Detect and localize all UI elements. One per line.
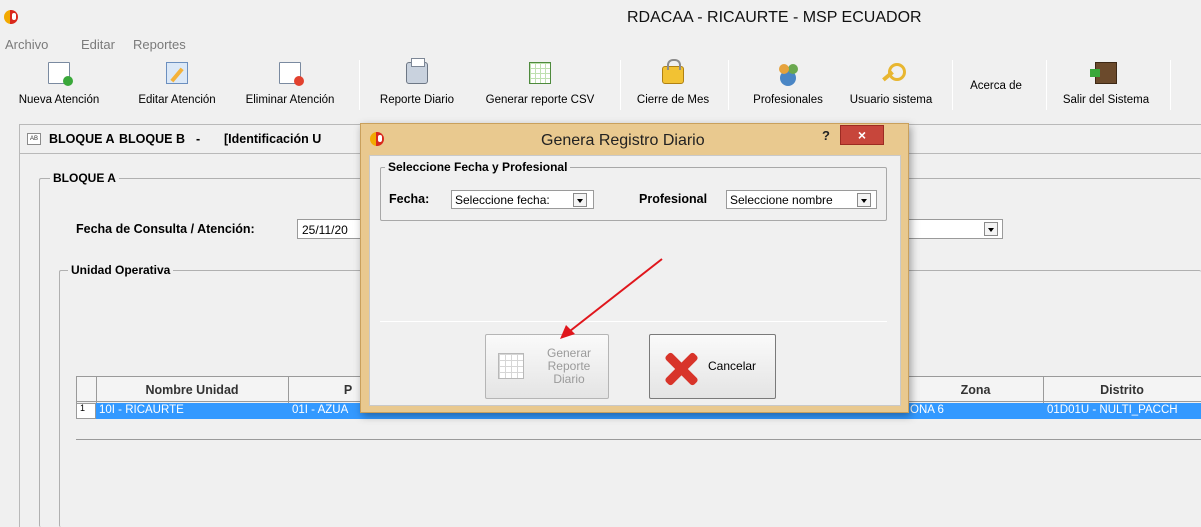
lock-icon [662,59,684,84]
editar-atencion-button[interactable]: Editar Atención [124,58,230,112]
cancelar-label: Cancelar [708,359,757,373]
col-distrito[interactable]: Distrito [1043,383,1201,397]
window-title: RDACAA - RICAURTE - MSP ECUADOR [627,9,922,26]
tab-separator: - [196,132,201,146]
generar-reporte-label: Generar Reporte Diario [538,347,600,386]
cancel-x-icon [663,351,699,387]
chevron-down-icon[interactable] [573,193,587,207]
toolbar-separator [359,60,360,110]
cancelar-button[interactable]: Cancelar [649,334,776,399]
reporte-diario-label: Reporte Diario [379,94,455,106]
toolbar: Nueva Atención Editar Atención Eliminar … [0,56,1201,114]
toolbar-separator [728,60,729,110]
chevron-down-icon[interactable] [857,193,871,207]
unidad-operativa-legend: Unidad Operativa [68,263,174,277]
menu-reportes[interactable]: Reportes [133,37,186,52]
key-icon [880,62,906,84]
cell-provincia: 01I - AZUA [292,404,349,416]
close-button[interactable]: × [840,125,884,145]
genera-registro-dialog: Genera Registro Diario ? × Seleccione Fe… [360,123,909,413]
dialog-fecha-label: Fecha: [389,192,430,206]
grid-bottom-border [76,439,1201,440]
fecha-consulta-field[interactable]: 25/11/20 [297,219,363,239]
diario-line: Diario [553,372,585,386]
profesionales-label: Profesionales [753,94,823,106]
editar-atencion-label: Editar Atención [138,94,216,106]
dialog-body: Seleccione Fecha y Profesional Fecha: Se… [369,155,901,406]
acerca-de-label: Acerca de [970,80,1022,92]
cierre-mes-label: Cierre de Mes [636,94,710,106]
nueva-atencion-label: Nueva Atención [18,94,100,106]
toolbar-separator [1170,60,1171,110]
cell-zona: ONA 6 [910,404,944,416]
tab-bloque-a[interactable]: BLOQUE A [49,132,115,146]
bloque-a-legend: BLOQUE A [50,171,119,185]
users-icon [777,62,799,84]
generar-csv-button[interactable]: Generar reporte CSV [470,58,610,112]
eliminar-atencion-button[interactable]: Eliminar Atención [234,58,346,112]
tab-identificacion[interactable]: [Identificación U [224,132,321,146]
edit-document-icon [166,62,188,84]
app-logo-icon [4,10,18,24]
dialog-profesional-select[interactable]: Seleccione nombre [726,190,877,209]
app-logo-icon [370,132,384,146]
new-document-icon [48,62,73,86]
dialog-profesional-label: Profesional [639,192,708,206]
cierre-mes-button[interactable]: Cierre de Mes [628,58,718,112]
salir-sistema-button[interactable]: Salir del Sistema [1054,58,1158,112]
acerca-de-button[interactable]: Acerca de [958,58,1034,112]
nueva-atencion-button[interactable]: Nueva Atención [0,58,118,112]
row-number: 1 [80,403,86,413]
fecha-profesional-legend: Seleccione Fecha y Profesional [385,160,571,174]
col-p[interactable]: P [338,383,358,397]
chevron-down-icon[interactable] [984,222,998,236]
ab-field-icon: AB [27,133,41,145]
grid-col-divider [76,377,77,403]
row-index[interactable]: 1 [76,403,96,419]
menu-archivo[interactable]: Archivo [5,37,48,52]
menu-bar: Archivo Editar Reportes [0,34,1201,54]
menu-editar[interactable]: Editar [81,37,115,52]
col-nombre-unidad[interactable]: Nombre Unidad [96,383,288,397]
dialog-title: Genera Registro Diario [541,132,705,149]
help-icon[interactable]: ? [822,128,830,143]
profesionales-button[interactable]: Profesionales [742,58,834,112]
cell-distrito: 01D01U - NULTI_PACCH [1047,404,1178,416]
salir-sistema-label: Salir del Sistema [1062,94,1150,106]
fecha-consulta-label: Fecha de Consulta / Atención: [76,222,255,236]
report-grid-icon [498,353,524,379]
fecha-profesional-group: Seleccione Fecha y Profesional Fecha: Se… [380,160,887,221]
usuario-sistema-label: Usuario sistema [849,94,933,106]
generar-reporte-diario-button[interactable]: Generar Reporte Diario [485,334,609,399]
reporte-diario-button[interactable]: Reporte Diario [368,58,466,112]
printer-icon [406,58,428,84]
toolbar-separator [620,60,621,110]
toolbar-separator [1046,60,1047,110]
col-zona[interactable]: Zona [908,383,1043,397]
eliminar-atencion-label: Eliminar Atención [245,94,335,106]
generar-csv-label: Generar reporte CSV [485,94,595,106]
grid-col-divider [288,377,289,403]
tab-bloque-b[interactable]: BLOQUE B [119,132,185,146]
dialog-divider [380,321,887,322]
toolbar-separator [952,60,953,110]
title-bar: RDACAA - RICAURTE - MSP ECUADOR [0,0,1201,34]
exit-door-icon [1090,62,1117,84]
usuario-sistema-button[interactable]: Usuario sistema [838,58,944,112]
spreadsheet-export-icon [529,62,551,84]
cell-nombre-unidad: 10I - RICAURTE [99,404,184,416]
delete-document-icon [279,62,304,86]
